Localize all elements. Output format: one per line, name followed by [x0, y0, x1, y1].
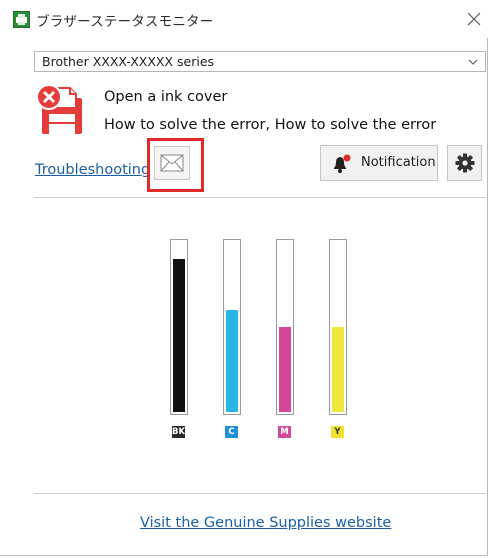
envelope-icon [160, 154, 184, 172]
divider-top [34, 197, 486, 198]
window-title: ブラザーステータスモニター [36, 14, 214, 30]
printer-select-value: Brother XXXX-XXXXX series [42, 54, 215, 69]
status-monitor-window: ブラザーステータスモニター Brother XXXX-XXXXX series … [0, 0, 495, 558]
ink-level-fill-c [226, 310, 238, 412]
printer-select-dropdown[interactable]: Brother XXXX-XXXXX series [34, 51, 486, 72]
notification-label: Notification [361, 155, 436, 170]
brother-status-monitor-icon [13, 11, 30, 28]
troubleshooting-link[interactable]: Troubleshooting [35, 162, 150, 178]
ink-gauge-y [329, 239, 347, 415]
divider-bottom [34, 493, 486, 494]
ink-gauge-m [276, 239, 294, 415]
printer-error-icon [36, 84, 82, 134]
close-icon[interactable] [462, 7, 486, 31]
settings-button[interactable] [447, 145, 482, 181]
mail-button[interactable] [154, 146, 190, 180]
ink-gauge-c [223, 239, 241, 415]
ink-level-fill-m [279, 327, 291, 412]
title-bar: ブラザーステータスモニター [0, 0, 488, 38]
gear-icon [455, 153, 475, 173]
ink-level-fill-bk [173, 259, 185, 412]
genuine-supplies-link[interactable]: Visit the Genuine Supplies website [140, 515, 391, 531]
ink-label-bk: BK [172, 426, 186, 438]
ink-gauge-bk [170, 239, 188, 415]
ink-label-m: M [278, 426, 291, 438]
status-message: Open a ink cover [104, 89, 228, 105]
ink-label-c: C [225, 426, 238, 438]
status-help-text[interactable]: How to solve the error, How to solve the… [104, 117, 436, 133]
notification-button[interactable]: Notification [320, 145, 438, 181]
chevron-down-icon [468, 59, 478, 65]
bell-alert-icon [334, 154, 351, 173]
ink-level-fill-y [332, 327, 344, 412]
ink-label-y: Y [331, 426, 344, 438]
